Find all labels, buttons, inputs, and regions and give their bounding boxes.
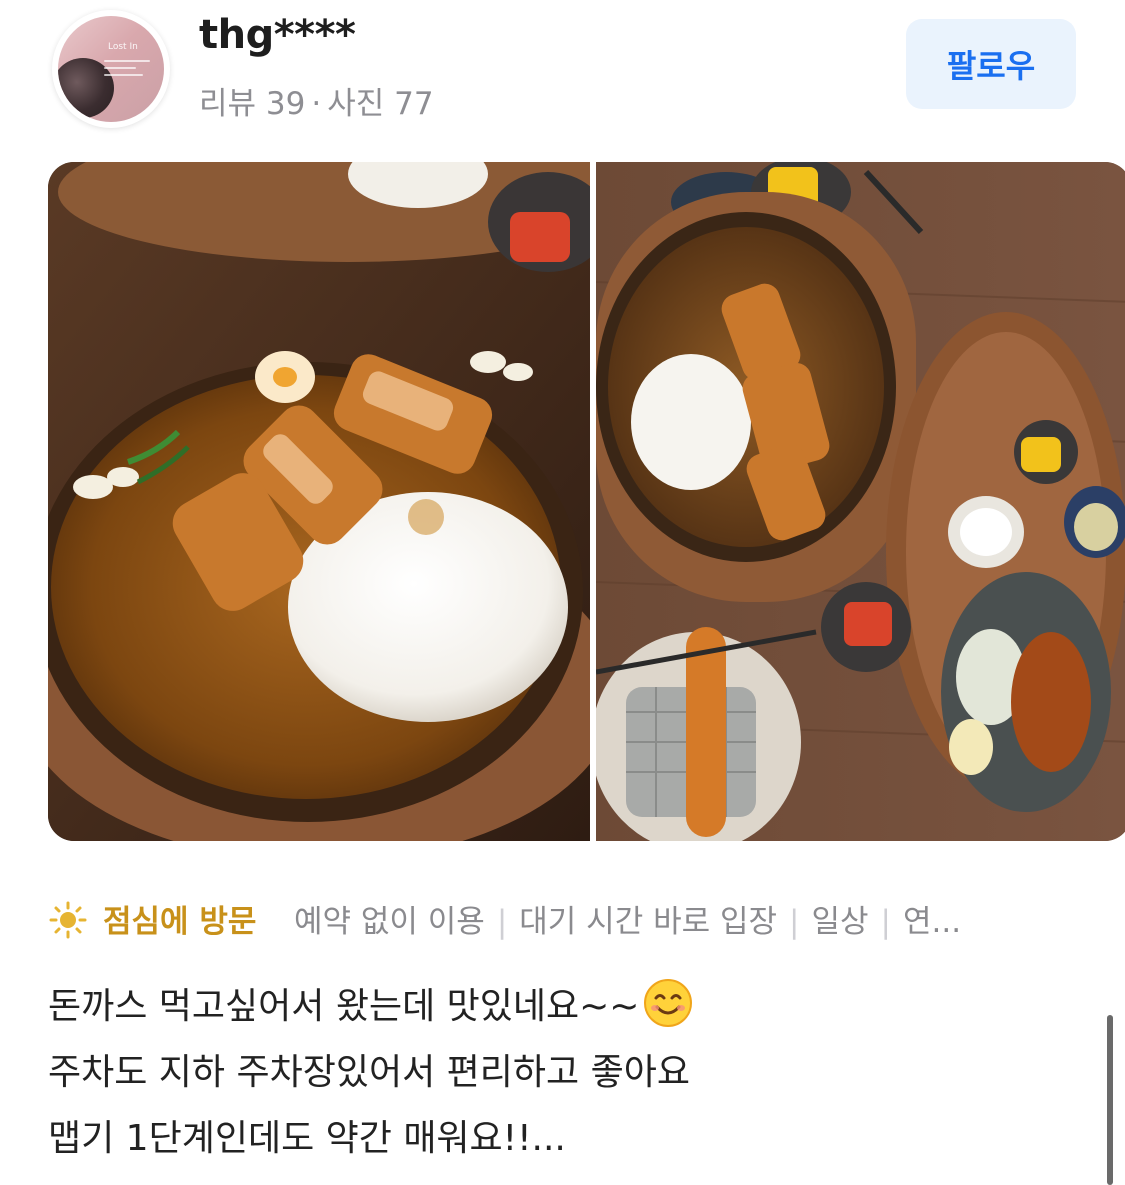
review-line-3: 맵기 1단계인데도 약간 매워요!!... (48, 1118, 566, 1159)
review-line-2: 주차도 지하 주차장있어서 편리하고 좋아요 (48, 1052, 690, 1093)
review-count: 리뷰 39 (199, 86, 306, 122)
user-avatar[interactable]: Lost In (52, 10, 170, 128)
sun-icon (49, 901, 87, 939)
tag-wait-time: 대기 시간 바로 입장 (519, 904, 778, 940)
review-header: Lost In thg**** 리뷰 39 · 사진 77 팔로우 (0, 0, 1125, 140)
photo-count: 사진 77 (327, 86, 434, 122)
vertical-scrollbar[interactable] (1107, 1015, 1113, 1185)
smiling-face-emoji-icon (644, 979, 693, 1027)
avatar-image: Lost In (58, 16, 164, 122)
username[interactable]: thg**** (199, 12, 356, 58)
avatar-caption: Lost In (108, 42, 138, 52)
photo-curry-closeup-illustration (48, 162, 590, 841)
tag-separator: | (496, 904, 508, 940)
stats-separator: · (311, 86, 322, 122)
photo-pork-cutlet-curry[interactable] (48, 162, 590, 841)
review-line-1: 돈까스 먹고싶어서 왔는데 맛있네요~~ (48, 974, 1088, 1040)
photo-overhead-illustration (596, 162, 1125, 841)
tag-separator: | (880, 904, 891, 940)
photo-gallery (0, 162, 1125, 842)
follow-button[interactable]: 팔로우 (906, 19, 1076, 109)
photo-table-overhead[interactable] (596, 162, 1125, 841)
tag-more[interactable]: 연... (903, 904, 961, 940)
review-text[interactable]: 돈까스 먹고싶어서 왔는데 맛있네요~~ 주차도 지하 주차장있어서 편리하고 … (48, 974, 1088, 1172)
tag-reservation: 예약 없이 이용 (294, 904, 485, 940)
user-stats: 리뷰 39 · 사진 77 (199, 78, 434, 123)
tag-purpose: 일상 (811, 904, 869, 940)
tag-list: 예약 없이 이용 | 대기 시간 바로 입장 | 일상 | 연... (294, 896, 1094, 941)
visit-time-tag: 점심에 방문 (103, 904, 257, 940)
tag-separator: | (789, 904, 800, 940)
